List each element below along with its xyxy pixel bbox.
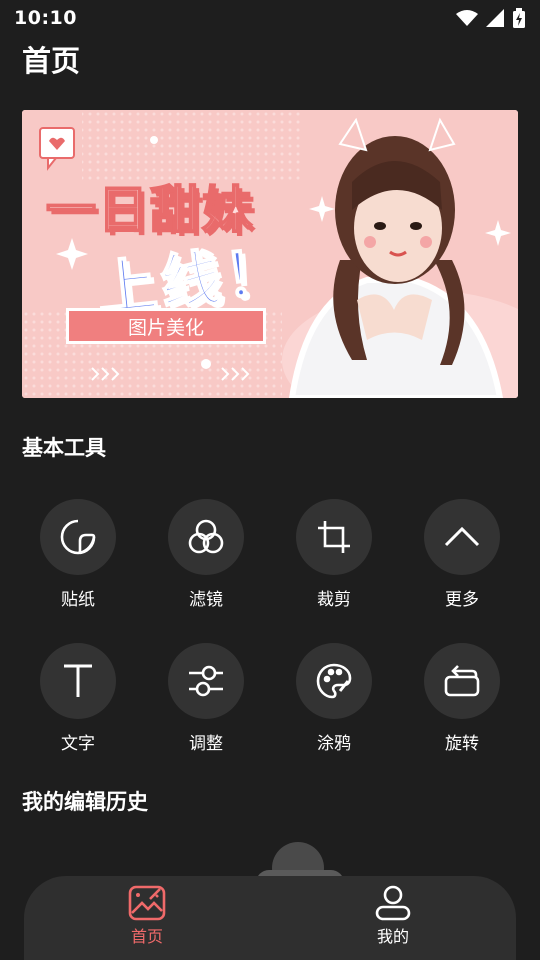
nav-item-home-label: 首页 <box>130 927 163 946</box>
status-bar: 10:10 <box>0 0 540 36</box>
banner-photo-beautify-button[interactable]: 图片美化 <box>66 308 266 344</box>
bottom-nav: 首页 我的 <box>24 876 516 960</box>
rotate-icon <box>444 665 480 697</box>
tool-rotate-button[interactable] <box>424 643 500 719</box>
nav-item-profile-label: 我的 <box>376 927 409 946</box>
tool-more-label: 更多 <box>445 590 479 610</box>
tool-adjust-button[interactable] <box>168 643 244 719</box>
tool-doodle[interactable]: 涂鸦 <box>286 643 382 754</box>
tool-filter[interactable]: 滤镜 <box>158 499 254 610</box>
wifi-icon <box>456 10 478 26</box>
tool-rotate[interactable]: 旋转 <box>414 643 510 754</box>
page-title: 首页 <box>22 44 81 78</box>
edit-history-title: 我的编辑历史 <box>22 790 148 814</box>
tool-crop-button[interactable] <box>296 499 372 575</box>
tools-row-1: 贴纸 滤镜 裁剪 更多 <box>0 499 540 610</box>
chevron-up-icon <box>444 526 480 547</box>
sticker-icon <box>60 519 96 555</box>
user-icon <box>375 885 411 921</box>
tools-row-2: 文字 调整 涂鸦 旋转 <box>0 643 540 754</box>
tool-crop-label: 裁剪 <box>317 590 351 610</box>
tool-more-button[interactable] <box>424 499 500 575</box>
status-icons <box>456 8 526 28</box>
palette-icon <box>316 663 352 699</box>
tool-doodle-label: 涂鸦 <box>317 734 351 754</box>
tool-text-button[interactable] <box>40 643 116 719</box>
tool-sticker[interactable]: 贴纸 <box>30 499 126 610</box>
basic-tools-title: 基本工具 <box>22 436 106 460</box>
tool-text[interactable]: 文字 <box>30 643 126 754</box>
battery-icon <box>513 8 525 28</box>
adjust-icon <box>189 665 223 697</box>
tool-filter-label: 滤镜 <box>189 590 223 610</box>
tool-filter-button[interactable] <box>168 499 244 575</box>
nav-item-profile[interactable]: 我的 <box>333 885 453 947</box>
tool-text-label: 文字 <box>61 734 95 754</box>
text-icon <box>64 664 92 697</box>
tool-adjust[interactable]: 调整 <box>158 643 254 754</box>
crop-icon <box>318 521 350 553</box>
filter-icon <box>188 519 224 554</box>
nav-item-home[interactable]: 首页 <box>87 885 207 947</box>
promo-banner[interactable]: 一日甜妹 上线！ 图片美化 <box>22 110 518 398</box>
status-time: 10:10 <box>14 7 77 29</box>
tool-doodle-button[interactable] <box>296 643 372 719</box>
tool-sticker-label: 贴纸 <box>61 590 95 610</box>
tool-rotate-label: 旋转 <box>445 734 479 754</box>
image-edit-icon <box>128 885 166 921</box>
tool-crop[interactable]: 裁剪 <box>286 499 382 610</box>
tool-adjust-label: 调整 <box>189 734 223 754</box>
tool-more[interactable]: 更多 <box>414 499 510 610</box>
signal-icon <box>486 9 504 27</box>
tool-sticker-button[interactable] <box>40 499 116 575</box>
